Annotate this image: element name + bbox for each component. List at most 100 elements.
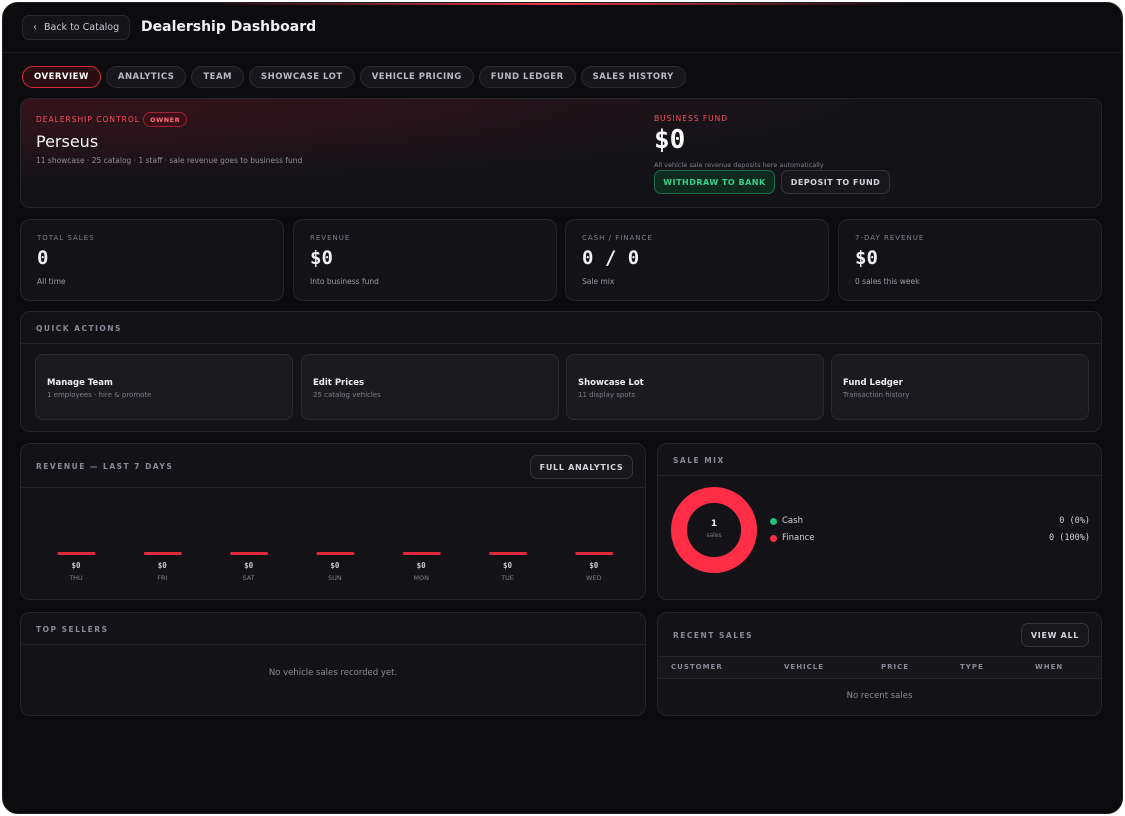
dashboard-window: ‹ Back to Catalog Dealership Dashboard O… bbox=[2, 2, 1123, 814]
quick-action-title: Fund Ledger bbox=[843, 378, 903, 388]
legend-name: Cash bbox=[782, 516, 803, 526]
donut-hole bbox=[687, 503, 741, 557]
cash-dot-icon bbox=[770, 518, 777, 525]
stat-card-revenue: REVENUE $0 Into business fund bbox=[293, 219, 557, 301]
column-header-type: TYPE bbox=[960, 663, 984, 671]
quick-action-showcase-lot[interactable]: Showcase Lot 11 display spots bbox=[566, 354, 824, 420]
quick-action-sub: Transaction history bbox=[843, 391, 910, 399]
donut-center-label: sales bbox=[706, 532, 722, 539]
revenue-day-label: FRI bbox=[157, 574, 167, 582]
revenue-value-label: $0 bbox=[158, 561, 168, 570]
tab-analytics[interactable]: ANALYTICS bbox=[105, 66, 187, 88]
tab-bar: OVERVIEW ANALYTICS TEAM SHOWCASE LOT VEH… bbox=[22, 66, 686, 88]
finance-dot-icon bbox=[770, 535, 777, 542]
divider bbox=[21, 343, 1101, 344]
header-bar: ‹ Back to Catalog Dealership Dashboard bbox=[3, 3, 1122, 53]
quick-action-sub: 25 catalog vehicles bbox=[313, 391, 381, 399]
quick-action-sub: 11 display spots bbox=[578, 391, 635, 399]
quick-actions-title: QUICK ACTIONS bbox=[36, 324, 122, 333]
revenue-value-label: $0 bbox=[589, 561, 599, 570]
legend-value: 0 (0%) bbox=[1059, 516, 1090, 526]
revenue-bar-chart: $0 THU $0 FRI $0 SAT $0 SUN $0 MON $0 TUE $0 WED bbox=[57, 552, 614, 582]
revenue-bar-wed bbox=[575, 552, 614, 555]
divider bbox=[658, 678, 1101, 679]
recent-sales-title: RECENT SALES bbox=[673, 631, 754, 640]
stat-card-cash-finance: CASH / FINANCE 0 / 0 Sale mix bbox=[565, 219, 829, 301]
withdraw-to-bank-button[interactable]: WITHDRAW TO BANK bbox=[654, 170, 775, 194]
tab-team[interactable]: TEAM bbox=[191, 66, 245, 88]
donut-center-value: 1 bbox=[710, 519, 718, 529]
business-fund-amount: $0 bbox=[654, 125, 686, 155]
revenue-bar-mon bbox=[402, 552, 441, 555]
recent-sales-panel: RECENT SALES VIEW ALL CUSTOMER VEHICLE P… bbox=[657, 612, 1102, 716]
full-analytics-button[interactable]: FULL ANALYTICS bbox=[530, 455, 633, 479]
business-fund-label: BUSINESS FUND bbox=[654, 114, 729, 123]
revenue-value-label: $0 bbox=[417, 561, 427, 570]
stat-label: TOTAL SALES bbox=[37, 234, 95, 242]
stat-value: $0 bbox=[855, 247, 878, 269]
legend-value: 0 (100%) bbox=[1049, 533, 1090, 543]
revenue-value-label: $0 bbox=[330, 561, 340, 570]
revenue-day-label: THU bbox=[68, 574, 83, 582]
column-header-vehicle: VEHICLE bbox=[784, 663, 825, 671]
stat-value: $0 bbox=[310, 247, 333, 269]
column-header-when: WHEN bbox=[1035, 663, 1064, 671]
sale-mix-panel: SALE MIX 1 sales Cash 0 (0%) Finance 0 (… bbox=[657, 443, 1102, 600]
divider bbox=[21, 644, 645, 645]
view-all-button[interactable]: VIEW ALL bbox=[1021, 623, 1089, 647]
quick-actions-panel: QUICK ACTIONS Manage Team 1 employees · … bbox=[20, 311, 1102, 432]
quick-action-title: Edit Prices bbox=[313, 378, 365, 388]
stat-sub: Sale mix bbox=[582, 277, 615, 286]
revenue-day-label: SAT bbox=[243, 574, 255, 582]
revenue-bar-fri bbox=[143, 552, 182, 555]
quick-action-fund-ledger[interactable]: Fund Ledger Transaction history bbox=[831, 354, 1089, 420]
revenue-day-label: TUE bbox=[500, 574, 514, 582]
revenue-chart-title: REVENUE — LAST 7 DAYS bbox=[36, 462, 174, 471]
stat-card-7-day-revenue: 7-DAY REVENUE $0 0 sales this week bbox=[838, 219, 1102, 301]
sale-mix-donut bbox=[671, 487, 757, 573]
quick-action-sub: 1 employees · hire & promote bbox=[47, 391, 152, 399]
dealership-name: Perseus bbox=[36, 132, 99, 151]
quick-action-manage-team[interactable]: Manage Team 1 employees · hire & promote bbox=[35, 354, 293, 420]
quick-action-title: Manage Team bbox=[47, 378, 113, 388]
stat-label: 7-DAY REVENUE bbox=[855, 234, 925, 242]
revenue-chart-panel: REVENUE — LAST 7 DAYS FULL ANALYTICS $0 T… bbox=[20, 443, 646, 600]
page-title: Dealership Dashboard bbox=[141, 19, 317, 35]
tab-vehicle-pricing[interactable]: VEHICLE PRICING bbox=[359, 66, 474, 88]
sale-mix-title: SALE MIX bbox=[673, 456, 725, 465]
revenue-bar-thu bbox=[57, 552, 96, 555]
back-to-catalog-button[interactable]: ‹ Back to Catalog bbox=[22, 15, 130, 40]
stat-card-total-sales: TOTAL SALES 0 All time bbox=[20, 219, 284, 301]
legend-row-finance: Finance 0 (100%) bbox=[770, 533, 1090, 545]
tab-overview[interactable]: OVERVIEW bbox=[22, 66, 101, 88]
owner-badge: OWNER bbox=[143, 112, 188, 127]
dealership-control-label: DEALERSHIP CONTROL bbox=[36, 115, 140, 124]
stat-sub: 0 sales this week bbox=[855, 277, 920, 286]
revenue-bar-tue bbox=[489, 552, 527, 555]
revenue-day-label: SUN bbox=[328, 574, 342, 582]
stat-sub: Into business fund bbox=[310, 277, 379, 286]
stat-label: REVENUE bbox=[310, 234, 351, 242]
tab-showcase-lot[interactable]: SHOWCASE LOT bbox=[249, 66, 355, 88]
business-fund-note: All vehicle sale revenue deposits here a… bbox=[654, 161, 824, 169]
revenue-bar-sun bbox=[316, 552, 355, 555]
quick-action-edit-prices[interactable]: Edit Prices 25 catalog vehicles bbox=[301, 354, 559, 420]
deposit-to-fund-button[interactable]: DEPOSIT TO FUND bbox=[781, 170, 890, 194]
tab-sales-history[interactable]: SALES HISTORY bbox=[580, 66, 686, 88]
back-button-label: Back to Catalog bbox=[44, 22, 120, 33]
stat-value: 0 bbox=[37, 247, 49, 269]
stat-sub: All time bbox=[37, 277, 66, 286]
column-header-price: PRICE bbox=[881, 663, 910, 671]
revenue-day-label: MON bbox=[413, 574, 429, 582]
legend-row-cash: Cash 0 (0%) bbox=[770, 516, 1090, 528]
column-header-customer: CUSTOMER bbox=[671, 663, 723, 671]
stat-value: 0 / 0 bbox=[582, 247, 640, 269]
stat-label: CASH / FINANCE bbox=[582, 234, 653, 242]
chevron-left-icon: ‹ bbox=[33, 22, 37, 33]
revenue-value-label: $0 bbox=[71, 561, 81, 570]
dealership-control-card: DEALERSHIP CONTROL OWNER Perseus 11 show… bbox=[20, 98, 1102, 208]
dealership-summary: 11 showcase · 25 catalog · 1 staff · sal… bbox=[36, 156, 303, 165]
recent-sales-table-header: CUSTOMER VEHICLE PRICE TYPE WHEN bbox=[658, 657, 1101, 678]
tab-fund-ledger[interactable]: FUND LEDGER bbox=[478, 66, 576, 88]
revenue-day-label: WED bbox=[586, 574, 602, 582]
